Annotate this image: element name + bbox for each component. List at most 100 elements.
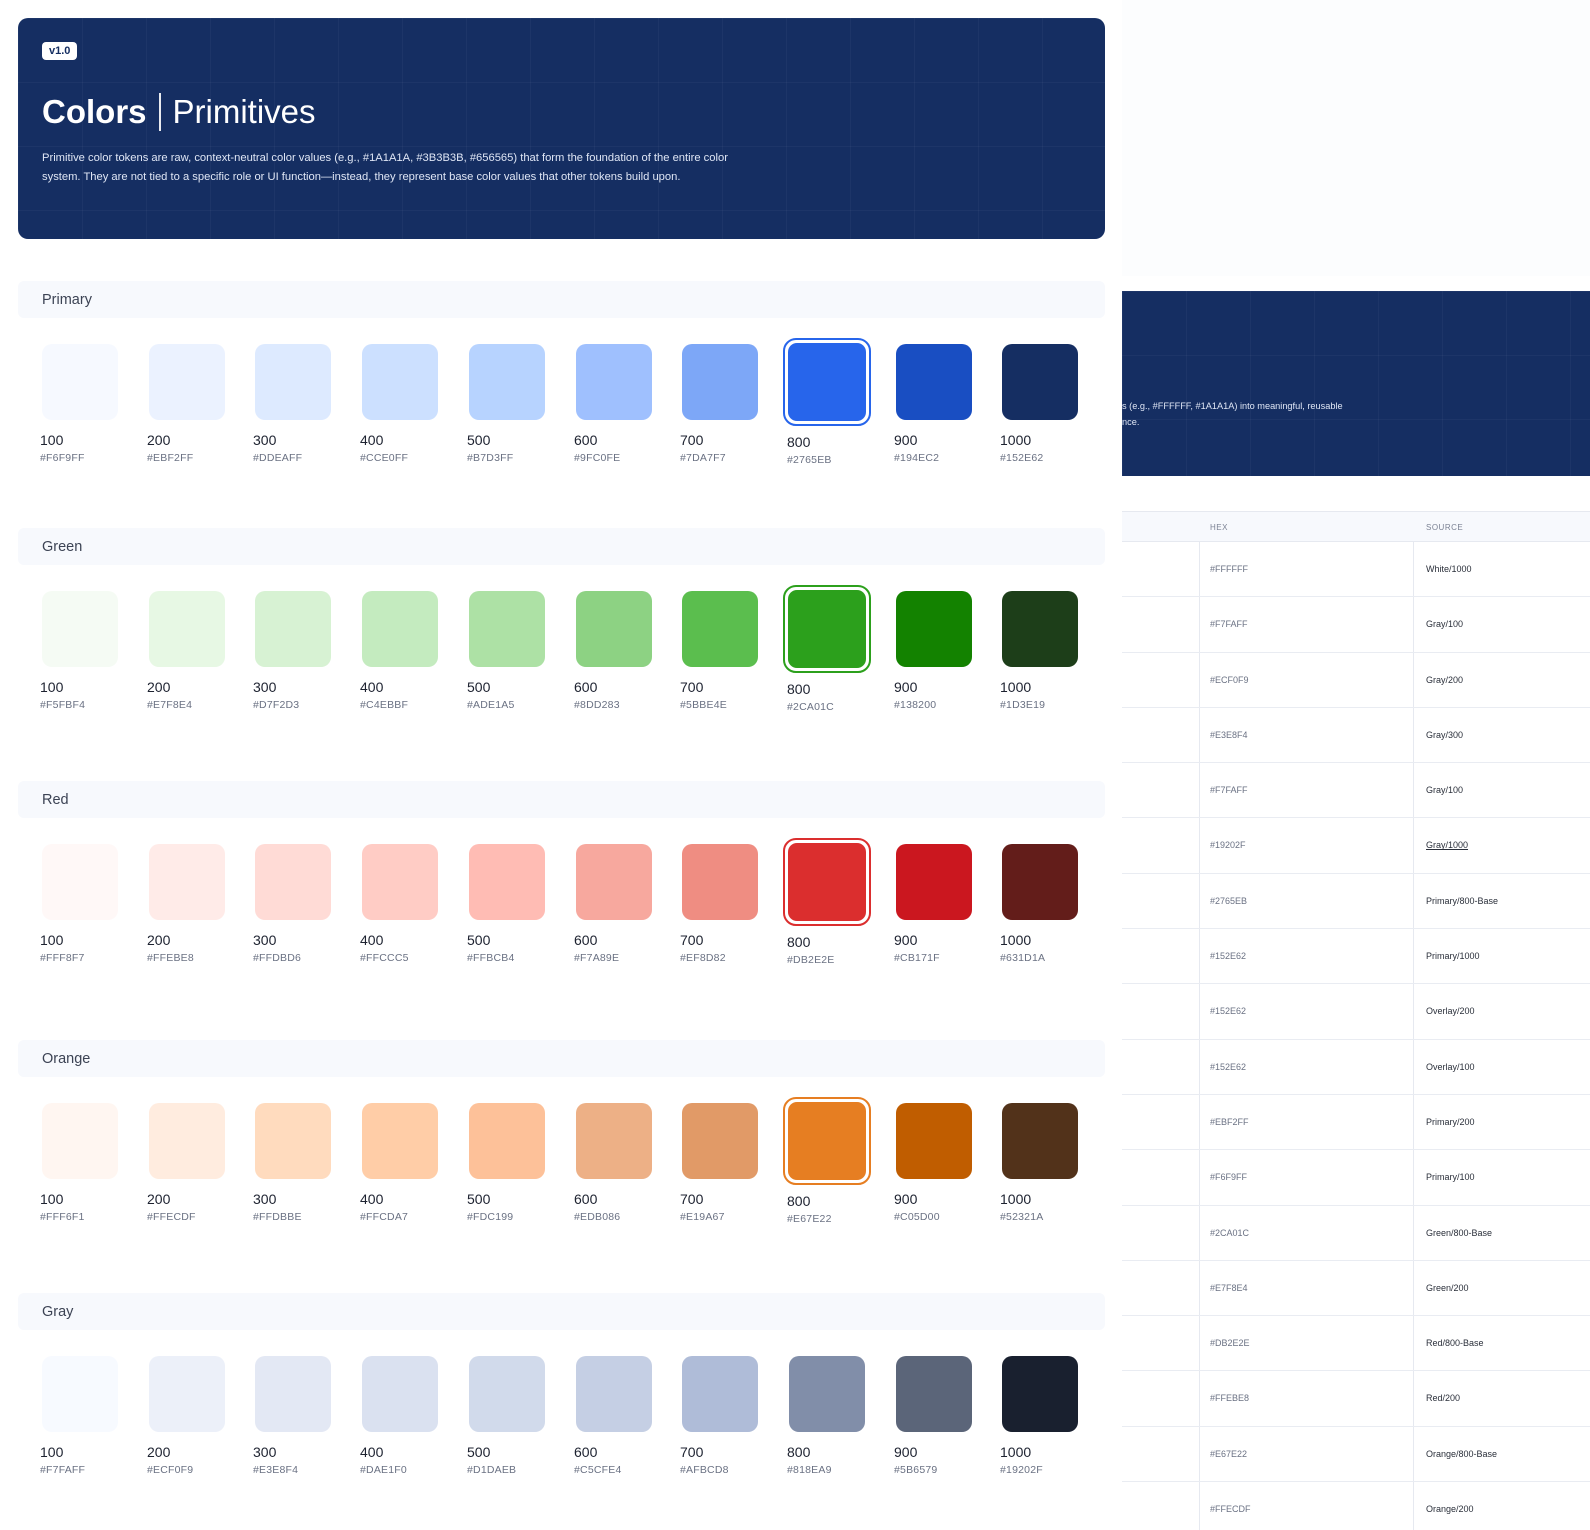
- color-swatch[interactable]: 300 #FFDBD6: [253, 842, 333, 964]
- swatch-chip[interactable]: [896, 344, 972, 420]
- color-swatch[interactable]: 900 #138200: [894, 589, 974, 711]
- color-swatch[interactable]: 500 #B7D3FF: [467, 342, 547, 464]
- color-swatch[interactable]: 800 #2765EB: [783, 338, 871, 466]
- color-swatch[interactable]: 100 #F7FAFF: [40, 1354, 120, 1476]
- swatch-chip[interactable]: [362, 591, 438, 667]
- color-swatch[interactable]: 900 #C05D00: [894, 1101, 974, 1223]
- swatch-chip[interactable]: [789, 1356, 865, 1432]
- color-swatch[interactable]: 200 #ECF0F9: [147, 1354, 227, 1476]
- swatch-chip[interactable]: [1002, 1103, 1078, 1179]
- swatch-chip[interactable]: [576, 1103, 652, 1179]
- swatch-chip[interactable]: [149, 844, 225, 920]
- color-swatch[interactable]: 600 #EDB086: [574, 1101, 654, 1223]
- swatch-chip[interactable]: [362, 344, 438, 420]
- color-swatch[interactable]: 100 #FFF6F1: [40, 1101, 120, 1223]
- swatch-chip[interactable]: [896, 1356, 972, 1432]
- swatch-chip[interactable]: [469, 1356, 545, 1432]
- swatch-chip[interactable]: [149, 1103, 225, 1179]
- color-swatch[interactable]: 500 #ADE1A5: [467, 589, 547, 711]
- color-swatch[interactable]: 300 #FFDBBE: [253, 1101, 333, 1223]
- swatch-chip[interactable]: [255, 1356, 331, 1432]
- swatch-chip[interactable]: [362, 1103, 438, 1179]
- swatch-chip[interactable]: [783, 1097, 871, 1185]
- color-swatch[interactable]: 1000 #52321A: [1000, 1101, 1080, 1223]
- color-swatch[interactable]: 200 #FFEBE8: [147, 842, 227, 964]
- swatch-chip[interactable]: [42, 844, 118, 920]
- swatch-chip[interactable]: [1002, 591, 1078, 667]
- color-swatch[interactable]: 100 #FFF8F7: [40, 842, 120, 964]
- color-swatch[interactable]: 700 #EF8D82: [680, 842, 760, 964]
- color-swatch[interactable]: 1000 #152E62: [1000, 342, 1080, 464]
- swatch-chip[interactable]: [1002, 1356, 1078, 1432]
- color-swatch[interactable]: 400 #CCE0FF: [360, 342, 440, 464]
- color-swatch[interactable]: 400 #C4EBBF: [360, 589, 440, 711]
- color-swatch[interactable]: 600 #8DD283: [574, 589, 654, 711]
- color-swatch[interactable]: 800 #E67E22: [783, 1097, 871, 1225]
- swatch-chip[interactable]: [576, 344, 652, 420]
- cell-source-link[interactable]: Gray/1000: [1426, 818, 1468, 873]
- color-swatch[interactable]: 700 #AFBCD8: [680, 1354, 760, 1476]
- color-swatch[interactable]: 1000 #1D3E19: [1000, 589, 1080, 711]
- swatch-chip[interactable]: [682, 1103, 758, 1179]
- color-swatch[interactable]: 800 #2CA01C: [783, 585, 871, 713]
- swatch-chip[interactable]: [42, 1356, 118, 1432]
- swatch-chip[interactable]: [469, 591, 545, 667]
- color-swatch[interactable]: 800 #DB2E2E: [783, 838, 871, 966]
- color-swatch[interactable]: 900 #194EC2: [894, 342, 974, 464]
- color-swatch[interactable]: 1000 #19202F: [1000, 1354, 1080, 1476]
- color-swatch[interactable]: 400 #FFCCC5: [360, 842, 440, 964]
- swatch-chip[interactable]: [576, 591, 652, 667]
- swatch-chip[interactable]: [783, 838, 871, 926]
- color-swatch[interactable]: 600 #F7A89E: [574, 842, 654, 964]
- swatch-chip[interactable]: [255, 1103, 331, 1179]
- swatch-chip[interactable]: [682, 844, 758, 920]
- swatch-chip[interactable]: [682, 591, 758, 667]
- swatch-chip[interactable]: [896, 1103, 972, 1179]
- color-swatch[interactable]: 900 #CB171F: [894, 842, 974, 964]
- swatch-chip[interactable]: [149, 344, 225, 420]
- swatch-chip[interactable]: [469, 844, 545, 920]
- color-swatch[interactable]: 700 #E19A67: [680, 1101, 760, 1223]
- swatch-chip[interactable]: [1002, 844, 1078, 920]
- swatch-chip[interactable]: [469, 344, 545, 420]
- swatch-chip[interactable]: [42, 591, 118, 667]
- color-swatch[interactable]: 400 #DAE1F0: [360, 1354, 440, 1476]
- color-swatch[interactable]: 300 #E3E8F4: [253, 1354, 333, 1476]
- swatch-chip[interactable]: [362, 1356, 438, 1432]
- color-swatch[interactable]: 700 #7DA7F7: [680, 342, 760, 464]
- color-swatch[interactable]: 200 #EBF2FF: [147, 342, 227, 464]
- swatch-chip[interactable]: [1002, 344, 1078, 420]
- swatch-chip[interactable]: [783, 338, 871, 426]
- swatch-chip[interactable]: [469, 1103, 545, 1179]
- swatch-chip[interactable]: [896, 844, 972, 920]
- color-swatch[interactable]: 200 #E7F8E4: [147, 589, 227, 711]
- color-swatch[interactable]: 500 #D1DAEB: [467, 1354, 547, 1476]
- color-swatch[interactable]: 600 #C5CFE4: [574, 1354, 654, 1476]
- color-swatch[interactable]: 200 #FFECDF: [147, 1101, 227, 1223]
- color-swatch[interactable]: 500 #FFBCB4: [467, 842, 547, 964]
- color-swatch[interactable]: 500 #FDC199: [467, 1101, 547, 1223]
- color-swatch[interactable]: 1000 #631D1A: [1000, 842, 1080, 964]
- color-swatch[interactable]: 800 #818EA9: [787, 1354, 867, 1476]
- swatch-chip[interactable]: [255, 591, 331, 667]
- swatch-chip[interactable]: [682, 344, 758, 420]
- swatch-chip[interactable]: [255, 844, 331, 920]
- color-swatch[interactable]: 900 #5B6579: [894, 1354, 974, 1476]
- swatch-chip[interactable]: [362, 844, 438, 920]
- swatch-chip[interactable]: [255, 344, 331, 420]
- color-swatch[interactable]: 300 #D7F2D3: [253, 589, 333, 711]
- color-swatch[interactable]: 600 #9FC0FE: [574, 342, 654, 464]
- color-swatch[interactable]: 100 #F6F9FF: [40, 342, 120, 464]
- swatch-chip[interactable]: [149, 591, 225, 667]
- swatch-chip[interactable]: [149, 1356, 225, 1432]
- color-swatch[interactable]: 400 #FFCDA7: [360, 1101, 440, 1223]
- swatch-chip[interactable]: [576, 844, 652, 920]
- swatch-chip[interactable]: [783, 585, 871, 673]
- swatch-chip[interactable]: [896, 591, 972, 667]
- color-swatch[interactable]: 100 #F5FBF4: [40, 589, 120, 711]
- swatch-chip[interactable]: [576, 1356, 652, 1432]
- color-swatch[interactable]: 300 #DDEAFF: [253, 342, 333, 464]
- swatch-chip[interactable]: [42, 1103, 118, 1179]
- swatch-chip[interactable]: [42, 344, 118, 420]
- swatch-chip[interactable]: [682, 1356, 758, 1432]
